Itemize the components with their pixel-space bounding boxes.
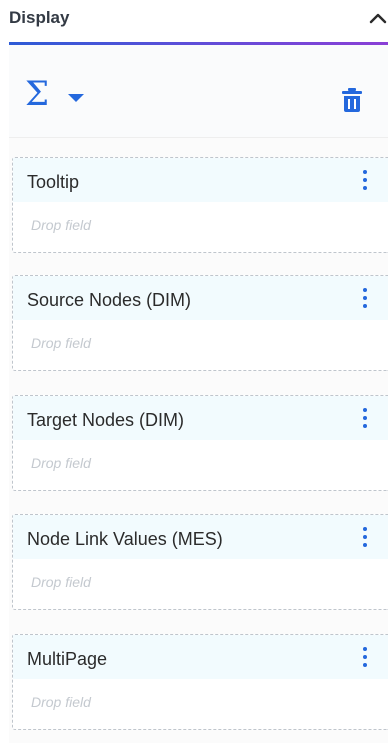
display-panel: Σ Tooltip Drop field Source Nodes (DIM) … bbox=[9, 45, 388, 743]
section-title: Display bbox=[9, 8, 70, 27]
field-header: Target Nodes (DIM) bbox=[13, 396, 388, 440]
more-options-icon[interactable] bbox=[361, 647, 369, 671]
sigma-icon[interactable]: Σ bbox=[25, 77, 49, 111]
field-well-multipage[interactable]: MultiPage Drop field bbox=[12, 634, 388, 730]
field-well-node-link-values[interactable]: Node Link Values (MES) Drop field bbox=[12, 514, 388, 610]
field-header: Source Nodes (DIM) bbox=[13, 276, 388, 320]
drop-field-placeholder[interactable]: Drop field bbox=[31, 217, 91, 233]
display-section-header[interactable]: Display bbox=[0, 0, 388, 44]
trash-icon[interactable] bbox=[341, 87, 363, 113]
field-label: MultiPage bbox=[27, 649, 108, 669]
field-well-tooltip[interactable]: Tooltip Drop field bbox=[12, 157, 388, 253]
field-header: MultiPage bbox=[13, 635, 388, 679]
more-options-icon[interactable] bbox=[361, 527, 369, 551]
more-options-icon[interactable] bbox=[361, 288, 369, 312]
field-well-source-nodes[interactable]: Source Nodes (DIM) Drop field bbox=[12, 275, 388, 371]
more-options-icon[interactable] bbox=[361, 408, 369, 432]
field-label: Target Nodes (DIM) bbox=[27, 410, 185, 430]
panel-toolbar: Σ bbox=[9, 45, 388, 138]
field-header: Node Link Values (MES) bbox=[13, 515, 388, 559]
field-label: Node Link Values (MES) bbox=[27, 529, 223, 549]
more-options-icon[interactable] bbox=[361, 170, 369, 194]
caret-down-icon[interactable] bbox=[68, 94, 84, 102]
drop-field-placeholder[interactable]: Drop field bbox=[31, 694, 91, 710]
drop-field-placeholder[interactable]: Drop field bbox=[31, 335, 91, 351]
field-label: Source Nodes (DIM) bbox=[27, 290, 192, 310]
drop-field-placeholder[interactable]: Drop field bbox=[31, 574, 91, 590]
field-header: Tooltip bbox=[13, 158, 388, 202]
field-well-target-nodes[interactable]: Target Nodes (DIM) Drop field bbox=[12, 395, 388, 491]
field-label: Tooltip bbox=[27, 172, 80, 192]
drop-field-placeholder[interactable]: Drop field bbox=[31, 455, 91, 471]
chevron-up-icon[interactable] bbox=[368, 10, 388, 26]
